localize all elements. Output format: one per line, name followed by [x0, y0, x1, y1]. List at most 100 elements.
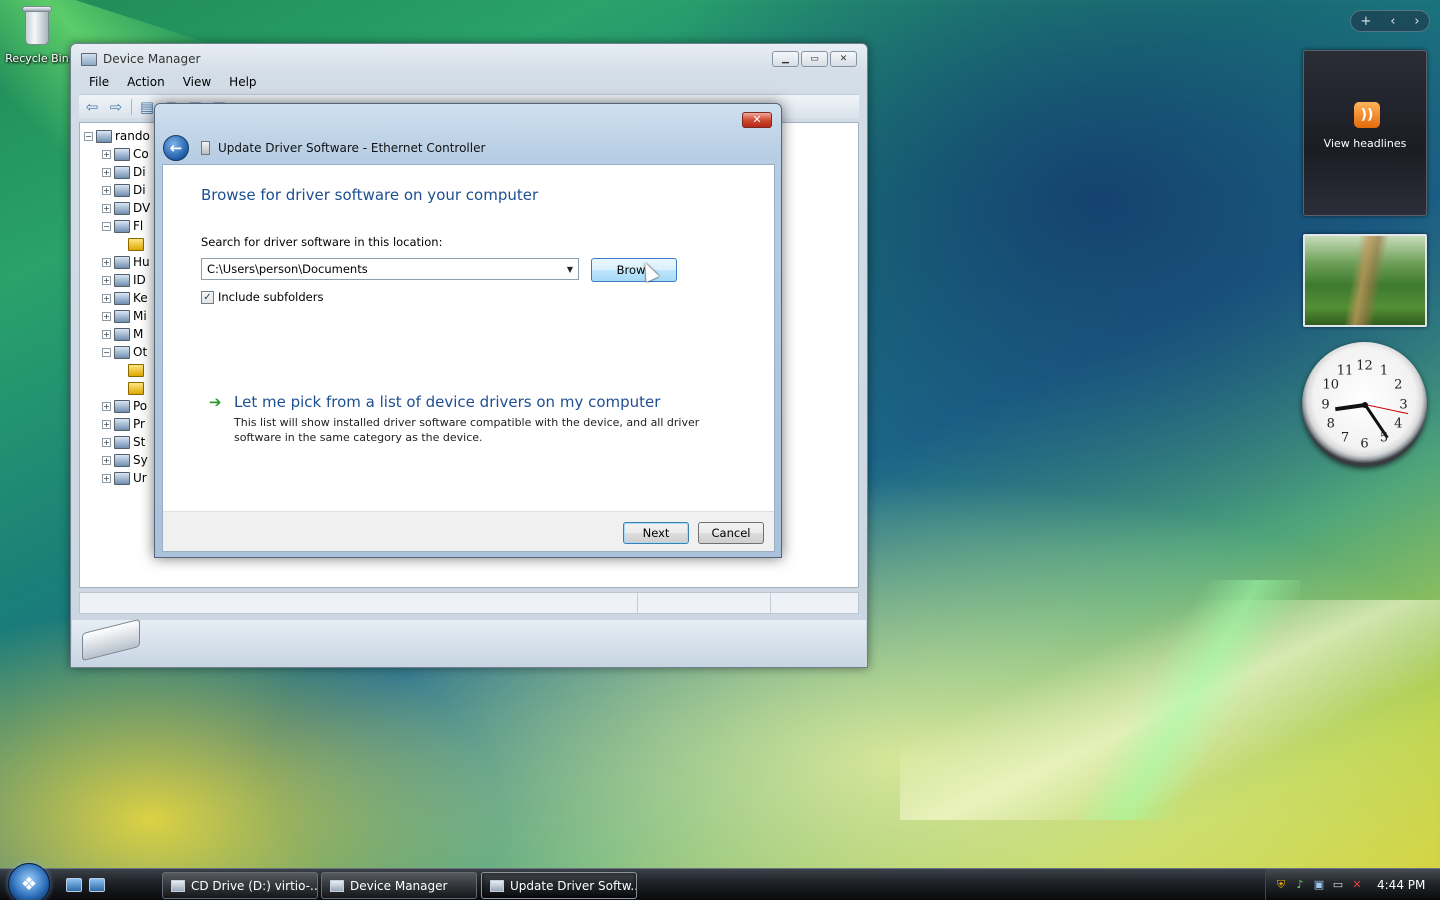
- tree-expander-icon[interactable]: +: [102, 149, 111, 159]
- taskbar-button-device-manager[interactable]: Device Manager: [321, 872, 477, 899]
- pick-from-list-link[interactable]: Let me pick from a list of device driver…: [234, 393, 660, 411]
- sound-muted-icon[interactable]: ✕: [1350, 878, 1364, 892]
- tree-expander-icon[interactable]: +: [102, 419, 111, 429]
- tree-item[interactable]: − Ot: [84, 343, 164, 361]
- taskbar-button-cd-drive[interactable]: CD Drive (D:) virtio-...: [162, 872, 318, 899]
- tree-item[interactable]: + Di: [84, 163, 164, 181]
- device-category-icon: [96, 129, 112, 143]
- clock-face: 12 1 2 3 4 5 6 7 8 9 10 11: [1314, 354, 1415, 455]
- tree-expander-icon[interactable]: +: [102, 401, 111, 411]
- next-button[interactable]: Next: [623, 522, 689, 544]
- network-icon[interactable]: ▣: [1312, 878, 1326, 892]
- tree-item[interactable]: [84, 379, 164, 397]
- menu-action[interactable]: Action: [117, 75, 173, 89]
- tree-item[interactable]: + Po: [84, 397, 164, 415]
- cancel-button[interactable]: Cancel: [698, 522, 764, 544]
- back-arrow-icon[interactable]: ⇦: [83, 99, 101, 115]
- device-category-icon: [114, 471, 130, 485]
- driver-path-combobox[interactable]: C:\Users\person\Documents ▼: [201, 258, 579, 280]
- next-page-button[interactable]: ›: [1414, 14, 1419, 29]
- tree-item-label: Pr: [133, 417, 145, 431]
- display-icon[interactable]: ▭: [1331, 878, 1345, 892]
- tree-item[interactable]: [84, 361, 164, 379]
- clock-numeral: 7: [1340, 430, 1350, 446]
- update-driver-dialog[interactable]: ✕ ← Update Driver Software - Ethernet Co…: [154, 103, 782, 558]
- tree-item[interactable]: [84, 235, 164, 253]
- tree-expander-icon[interactable]: +: [102, 275, 111, 285]
- tree-item[interactable]: + St: [84, 433, 164, 451]
- tree-expander-icon[interactable]: +: [102, 311, 111, 321]
- tree-item[interactable]: + Ke: [84, 289, 164, 307]
- include-subfolders-checkbox[interactable]: ✓: [201, 290, 214, 304]
- dialog-close-button[interactable]: ✕: [742, 112, 772, 128]
- tree-expander-icon[interactable]: +: [102, 329, 111, 339]
- tree-item[interactable]: + Di: [84, 181, 164, 199]
- include-subfolders-row[interactable]: ✓ Include subfolders: [201, 290, 323, 304]
- tree-item[interactable]: + Mi: [84, 307, 164, 325]
- minimize-button[interactable]: ▁: [772, 51, 799, 67]
- include-subfolders-label[interactable]: Include subfolders: [218, 290, 323, 304]
- tree-expander-icon[interactable]: +: [102, 185, 111, 195]
- start-button[interactable]: ❖: [8, 863, 50, 900]
- view-headlines-link[interactable]: View headlines: [1304, 137, 1426, 150]
- tree-expander-icon[interactable]: +: [102, 455, 111, 465]
- tree-expander-icon[interactable]: −: [84, 131, 93, 141]
- slideshow-gadget[interactable]: [1303, 234, 1427, 327]
- tree-item[interactable]: + ID: [84, 271, 164, 289]
- tree-item-label: Ur: [133, 471, 147, 485]
- back-arrow-icon[interactable]: ←: [163, 135, 189, 161]
- tree-expander-icon[interactable]: +: [102, 437, 111, 447]
- show-desktop-icon[interactable]: [66, 878, 82, 892]
- tree-expander-icon[interactable]: −: [102, 221, 111, 231]
- add-gadget-button[interactable]: +: [1360, 14, 1371, 29]
- clock-gadget[interactable]: 12 1 2 3 4 5 6 7 8 9 10 11: [1302, 342, 1427, 467]
- clock-numeral: 8: [1326, 416, 1335, 432]
- tree-expander-icon[interactable]: +: [102, 293, 111, 303]
- close-button[interactable]: ✕: [830, 51, 857, 67]
- tree-item[interactable]: + M: [84, 325, 164, 343]
- device-category-icon: [114, 201, 130, 215]
- tree-expander-icon[interactable]: +: [102, 167, 111, 177]
- clock-numeral: 3: [1399, 397, 1408, 412]
- warning-device-icon: [128, 381, 144, 395]
- feed-headlines-gadget[interactable]: )) View headlines: [1303, 50, 1427, 216]
- device-category-icon: [114, 219, 130, 233]
- device-tree: − rando + Co + Di + Di + DV − Fl + Hu + ID + Ke + Mi + M − Ot + P…: [84, 127, 164, 487]
- dialog-title: Update Driver Software - Ethernet Contro…: [218, 141, 486, 155]
- tree-item[interactable]: − Fl: [84, 217, 164, 235]
- tree-item[interactable]: + DV: [84, 199, 164, 217]
- tree-item[interactable]: + Pr: [84, 415, 164, 433]
- previous-page-button[interactable]: ‹: [1390, 14, 1395, 29]
- tree-expander-icon[interactable]: +: [102, 473, 111, 483]
- tree-expander-icon[interactable]: −: [102, 347, 111, 357]
- device-category-icon: [114, 345, 130, 359]
- tree-item[interactable]: + Sy: [84, 451, 164, 469]
- shield-icon[interactable]: ⛨: [1274, 878, 1288, 892]
- switch-windows-icon[interactable]: [89, 878, 105, 892]
- tree-item[interactable]: + Ur: [84, 469, 164, 487]
- tree-item-label: Di: [133, 183, 146, 197]
- forward-arrow-icon[interactable]: ⇨: [107, 99, 125, 115]
- menu-file[interactable]: File: [79, 75, 117, 89]
- pick-from-list-description: This list will show installed driver sof…: [234, 416, 700, 444]
- taskbar: ❖ CD Drive (D:) virtio-... Device Manage…: [0, 863, 1440, 900]
- tree-expander-icon[interactable]: +: [102, 203, 111, 213]
- driver-path-value[interactable]: C:\Users\person\Documents: [202, 262, 562, 276]
- browse-button[interactable]: Brows: [591, 258, 677, 282]
- menu-view[interactable]: View: [173, 75, 219, 89]
- recycle-bin-desktop-icon[interactable]: Recycle Bin: [4, 2, 70, 65]
- maximize-button[interactable]: ▭: [801, 51, 828, 67]
- wallpaper-streak: [1080, 580, 1300, 820]
- status-pane: [80, 593, 638, 613]
- device-manager-titlebar[interactable]: Device Manager: [81, 52, 200, 66]
- tree-item[interactable]: + Hu: [84, 253, 164, 271]
- tree-item[interactable]: − rando: [84, 127, 164, 145]
- chevron-down-icon[interactable]: ▼: [562, 259, 578, 279]
- device-category-icon: [114, 435, 130, 449]
- tree-expander-icon[interactable]: +: [102, 257, 111, 267]
- tree-item[interactable]: + Co: [84, 145, 164, 163]
- volume-icon[interactable]: ♪: [1293, 878, 1307, 892]
- menu-help[interactable]: Help: [219, 75, 264, 89]
- taskbar-clock[interactable]: 4:44 PM: [1377, 878, 1425, 892]
- taskbar-button-update-driver[interactable]: Update Driver Softw...: [481, 872, 637, 899]
